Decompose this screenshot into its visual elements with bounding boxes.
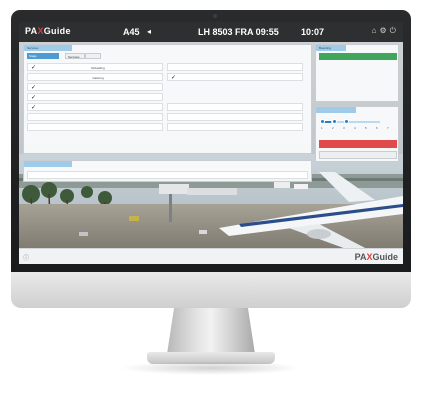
service-row: ✓ [27, 103, 310, 111]
power-icon[interactable]: ⏻ [390, 26, 399, 35]
slider-tick: 2 [332, 126, 334, 130]
monitor-stand [167, 308, 255, 354]
gear-icon[interactable]: ⚙ [380, 26, 390, 35]
tab-stage-badge[interactable] [45, 53, 59, 59]
monitor-chin [11, 272, 411, 308]
checkmark-icon: ✓ [31, 105, 37, 111]
footer-logo: PAXGuide [354, 252, 398, 262]
slider-tick: 6 [376, 126, 378, 130]
top-icons: ⌂⚙⏻ [372, 26, 399, 36]
slider-ticks: 1 2 3 4 5 6 7 [321, 126, 395, 130]
progress-slider[interactable] [320, 119, 380, 124]
red-action-button[interactable] [319, 140, 397, 148]
service-row [27, 113, 310, 121]
slider-tick: 1 [321, 126, 323, 130]
service-cell[interactable]: ✓ [27, 93, 163, 101]
boarding-status-button[interactable] [319, 53, 397, 60]
checkmark-icon: ✓ [31, 65, 37, 71]
tab-stage[interactable]: Stage [27, 53, 45, 59]
app-logo: PAXGuide [25, 26, 71, 36]
service-cell[interactable] [167, 103, 303, 111]
boarding-panel: Boarding [315, 44, 399, 102]
checkmark-icon: ✓ [171, 75, 177, 81]
services-panel-title: Services [24, 45, 72, 51]
flight-info: LH 8503 FRA 09:55 [198, 27, 279, 37]
dispatch-panel-title [24, 161, 72, 167]
clock: 10:07 [301, 27, 325, 37]
grey-action-button[interactable] [319, 151, 397, 159]
slider-step-dot[interactable] [332, 119, 337, 124]
service-row: Catering ✓ [27, 73, 310, 81]
services-panel: Services Stage Services ✓ Refuelling Cat… [23, 44, 312, 154]
slider-tick: 5 [365, 126, 367, 130]
service-cell[interactable]: Catering [27, 73, 163, 81]
gate-arrow-icon[interactable]: ◂ [147, 27, 151, 36]
service-cell[interactable]: ✓ [27, 83, 163, 91]
service-cell[interactable]: ✓ Refuelling [27, 63, 163, 71]
slider-tick: 3 [343, 126, 345, 130]
gate-label: A45 [123, 27, 140, 37]
tab-services-badge[interactable] [85, 53, 101, 59]
dispatch-panel [23, 160, 312, 182]
checkmark-icon: ✓ [31, 85, 37, 91]
service-row: ✓ Refuelling [27, 63, 310, 71]
service-cell[interactable] [27, 113, 163, 121]
bottom-bar: ⓘ PAXGuide [19, 248, 403, 264]
service-label: Catering [92, 76, 104, 80]
top-bar: PAXGuide A45 ◂ LH 8503 FRA 09:55 10:07 ⌂… [19, 22, 403, 42]
slider-step-dot[interactable] [344, 119, 349, 124]
service-cell[interactable] [167, 123, 303, 131]
service-cell[interactable]: ✓ [167, 73, 303, 81]
boarding-info-row [319, 78, 397, 82]
boarding-info-row [319, 73, 397, 77]
dispatch-row[interactable] [27, 171, 308, 179]
slider-tick: 4 [354, 126, 356, 130]
service-cell[interactable]: ✓ [27, 103, 163, 111]
boarding-info-row [319, 63, 397, 67]
camera-icon [213, 14, 217, 18]
service-row: ✓ [27, 83, 310, 91]
screen: PAXGuide A45 ◂ LH 8503 FRA 09:55 10:07 ⌂… [19, 22, 403, 264]
service-cell[interactable] [167, 63, 303, 71]
stand-shadow [120, 361, 302, 375]
progress-panel-title [316, 107, 356, 113]
checkmark-icon: ✓ [31, 95, 37, 101]
progress-panel: 1 2 3 4 5 6 7 [315, 106, 399, 162]
home-icon[interactable]: ⌂ [372, 26, 380, 35]
service-row: ✓ [27, 93, 310, 101]
service-cell[interactable] [167, 113, 303, 121]
service-cell[interactable] [27, 123, 163, 131]
slider-tick: 7 [387, 126, 389, 130]
boarding-info-row [319, 68, 397, 72]
service-label: Refuelling [91, 66, 105, 70]
service-row [27, 123, 310, 131]
tab-services[interactable]: Services [65, 53, 85, 59]
info-icon[interactable]: ⓘ [23, 253, 29, 262]
boarding-panel-title: Boarding [316, 45, 346, 51]
slider-step-dot[interactable] [320, 119, 325, 124]
